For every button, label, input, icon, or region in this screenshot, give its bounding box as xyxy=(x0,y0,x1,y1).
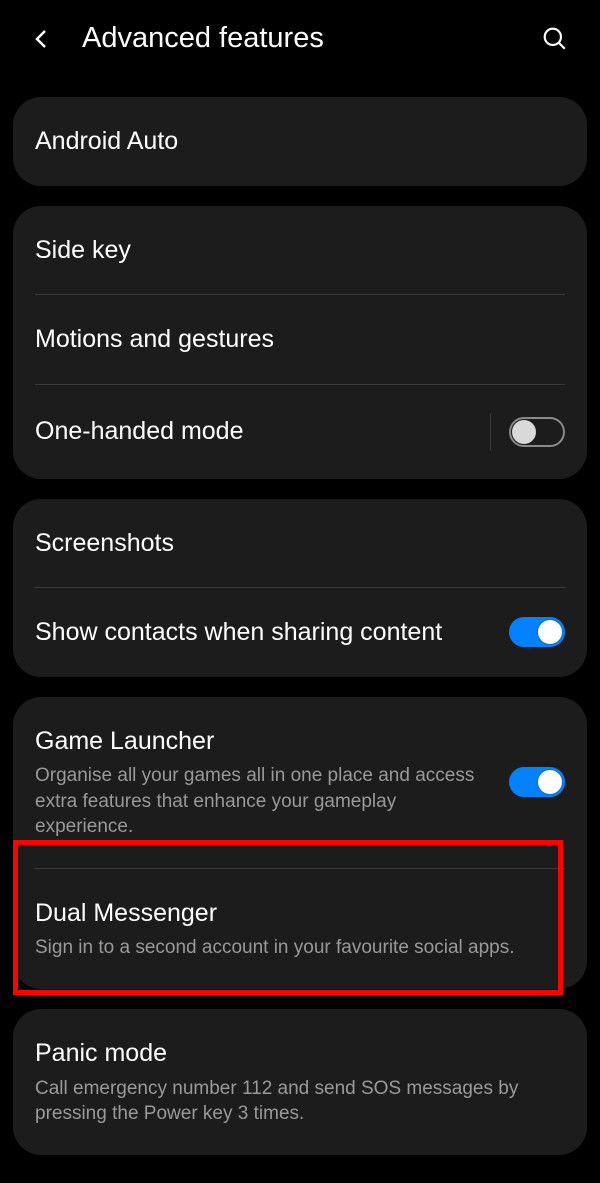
row-title: Show contacts when sharing content xyxy=(35,616,509,649)
toggle-game-launcher[interactable] xyxy=(509,767,565,797)
row-dual-messenger[interactable]: Dual Messenger Sign in to a second accou… xyxy=(13,869,587,989)
page-title: Advanced features xyxy=(82,22,542,55)
back-icon[interactable] xyxy=(30,27,54,51)
group-panic: Panic mode Call emergency number 112 and… xyxy=(13,1009,587,1155)
divider xyxy=(490,413,491,451)
group-apps: Game Launcher Organise all your games al… xyxy=(13,697,587,990)
row-panic-mode[interactable]: Panic mode Call emergency number 112 and… xyxy=(13,1009,587,1155)
row-title: Game Launcher xyxy=(35,725,491,758)
group-android-auto: Android Auto xyxy=(13,97,587,186)
row-desc: Sign in to a second account in your favo… xyxy=(35,935,565,961)
row-title: Screenshots xyxy=(35,527,565,560)
row-title: One-handed mode xyxy=(35,415,490,448)
row-one-handed-mode[interactable]: One-handed mode xyxy=(13,385,587,479)
row-screenshots[interactable]: Screenshots xyxy=(13,499,587,588)
row-title: Dual Messenger xyxy=(35,897,565,930)
row-android-auto[interactable]: Android Auto xyxy=(13,97,587,186)
row-title: Panic mode xyxy=(35,1037,565,1070)
row-title: Side key xyxy=(35,234,565,267)
row-show-contacts[interactable]: Show contacts when sharing content xyxy=(13,588,587,677)
search-icon[interactable] xyxy=(542,26,568,52)
toggle-one-handed[interactable] xyxy=(509,417,565,447)
row-side-key[interactable]: Side key xyxy=(13,206,587,295)
row-game-launcher[interactable]: Game Launcher Organise all your games al… xyxy=(13,697,587,868)
row-desc: Call emergency number 112 and send SOS m… xyxy=(35,1076,565,1127)
group-sharing: Screenshots Show contacts when sharing c… xyxy=(13,499,587,677)
row-desc: Organise all your games all in one place… xyxy=(35,763,491,840)
group-controls: Side key Motions and gestures One-handed… xyxy=(13,206,587,479)
header: Advanced features xyxy=(0,0,600,77)
row-title: Motions and gestures xyxy=(35,323,565,356)
row-motions-gestures[interactable]: Motions and gestures xyxy=(13,295,587,384)
row-title: Android Auto xyxy=(35,125,565,158)
toggle-show-contacts[interactable] xyxy=(509,617,565,647)
